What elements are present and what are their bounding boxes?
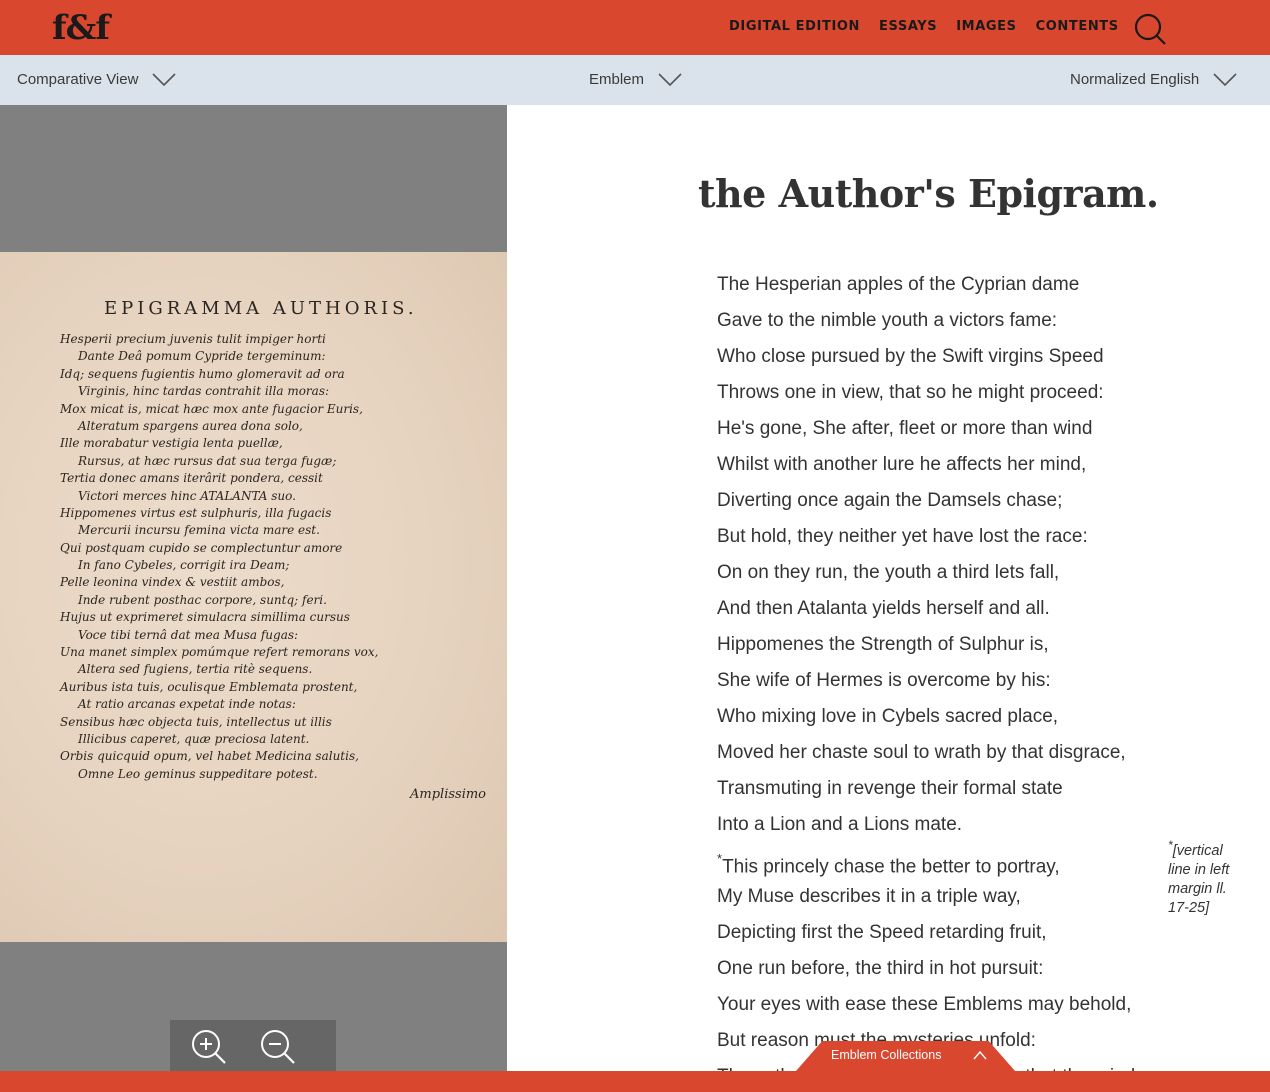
scan-line: Hujus ut exprimeret simulacra simillima … [60,610,350,625]
chevron-down-icon [1213,72,1237,86]
poem-line: Who mixing love in Cybels sacred place, [717,706,1059,727]
poem-line: Hippomenes the Strength of Sulphur is, [717,634,1049,655]
poem-line: Transmuting in revenge their formal stat… [717,778,1063,799]
poem-line: Gave to the nimble youth a victors fame: [717,310,1058,331]
poem-line: Depicting first the Speed retarding frui… [717,922,1047,943]
poem-line: Whilst with another lure he affects her … [717,454,1087,475]
poem-line-text: This princely chase the better to portra… [722,856,1060,878]
emblem-collections-tab[interactable]: Emblem Collections [796,1041,1015,1071]
scan-line: Inde rubent posthac corpore, suntq; feri… [78,592,327,607]
poem-line: And then Atalanta yields herself and all… [717,598,1050,619]
page-image-viewer[interactable]: EPIGRAMMA AUTHORIS. Hesperii precium juv… [0,105,507,1071]
poem-line: Into a Lion and a Lions mate. [717,814,963,835]
language-label: Normalized English [1070,71,1200,88]
scan-line: Qui postquam cupido se complectuntur amo… [60,540,343,555]
zoom-in-icon[interactable] [190,1028,228,1066]
view-toolbar: Comparative View Emblem Normalized Engli… [0,55,1270,105]
scan-line: Auribus ista tuis, oculisque Emblemata p… [60,679,358,694]
scan-line: Alteratum spargens aurea dona solo, [78,418,303,433]
view-mode-label: Comparative View [17,71,139,88]
poem-line: Your eyes with ease these Emblems may be… [717,994,1132,1015]
section-label: Emblem [589,71,645,88]
scan-line: Una manet simplex pomúmque refert remora… [60,645,379,660]
scan-line: Idq; sequens fugientis humo glomeravit a… [60,366,345,381]
poem-line-annotated: *This princely chase the better to portr… [717,843,1135,879]
poem-line: She wife of Hermes is overcome by his: [717,670,1051,691]
scan-line: Victori merces hinc ATALANTA suo. [78,488,296,503]
note-marker[interactable]: * [717,851,722,866]
scan-line: Hippomenes virtus est sulphuris, illa fu… [60,505,332,520]
poem-line: Moved her chaste soul to wrath by that d… [717,742,1126,763]
transcription-panel: the Author's Epigram. The Hesperian appl… [507,105,1270,1071]
scan-line: Voce tibi ternâ dat mea Musa fugas: [78,627,299,642]
search-icon[interactable] [1133,12,1167,46]
scan-line: Omne Leo geminus suppeditare potest. [78,766,318,781]
poem-line: One run before, the third in hot pursuit… [717,958,1044,979]
scan-line: Illicibus caperet, quæ preciosa latent. [78,731,310,746]
chevron-up-icon [973,1050,987,1060]
page-title: the Author's Epigram. [698,171,1159,216]
scan-line: Altera sed fugiens, tertia ritè sequens. [78,662,313,677]
chevron-down-icon [658,72,682,86]
scan-line: Tertia donec amans iterârit pondera, ces… [60,471,323,486]
poem-line: Diverting once again the Damsels chase; [717,490,1063,511]
nav-digital-edition[interactable]: DIGITAL EDITION [729,19,860,34]
scan-line: Virginis, hinc tardas contrahit illa mor… [78,384,330,399]
scan-line: Hesperii precium juvenis tulit impiger h… [60,332,326,346]
poem-line: My Muse describes it in a triple way, [717,886,1021,907]
site-logo[interactable]: f&f [52,8,110,48]
language-dropdown[interactable]: Normalized English [1070,71,1237,88]
scan-line: Mercurii incursu femina victa mare est. [78,523,320,538]
scan-line: Pelle leonina vindex & vestiit ambos, [60,575,285,590]
scan-line: In fano Cybeles, corrigit ira Deam; [78,558,290,573]
poem-text: The Hesperian apples of the Cyprian dame… [717,267,1135,1071]
main-nav: DIGITAL EDITION ESSAYS IMAGES CONTENTS [729,19,1119,34]
scan-line: Ille morabatur vestigia lenta puellæ, [60,436,283,451]
scan-heading: EPIGRAMMA AUTHORIS. [104,298,418,319]
view-mode-dropdown[interactable]: Comparative View [17,71,177,88]
scan-line: Mox micat is, micat hæc mox ante fugacio… [60,401,363,416]
nav-images[interactable]: IMAGES [956,19,1016,34]
margin-note: *[vertical line in left margin ll. 17-25… [1168,836,1248,918]
scan-catchword: Amplissimo [410,787,487,802]
poem-line: Throws one in view, that so he might pro… [717,382,1104,403]
emblem-collections-label: Emblem Collections [831,1048,942,1062]
poem-line: He's gone, She after, fleet or more than… [717,418,1093,439]
manuscript-page-scan: EPIGRAMMA AUTHORIS. Hesperii precium juv… [0,252,507,942]
top-header: f&f DIGITAL EDITION ESSAYS IMAGES CONTEN… [0,0,1270,55]
section-dropdown[interactable]: Emblem [589,71,682,88]
scan-line: Rursus, at hæc rursus dat sua terga fugæ… [78,453,337,468]
margin-note-text: [vertical line in left margin ll. 17-25] [1168,842,1230,916]
footer-strip [0,1071,1270,1092]
scan-line: Dante Deâ pomum Cypride tergeminum: [78,349,326,364]
scan-text-block: Hesperii precium juvenis tulit impiger h… [60,332,380,784]
poem-line: But hold, they neither yet have lost the… [717,526,1088,547]
scan-line: Sensibus hæc objecta tuis, intellectus u… [60,714,332,729]
poem-line: Who close pursued by the Swift virgins S… [717,346,1104,367]
scan-line: At ratio arcanas expetat inde notas: [78,697,296,712]
poem-line: The Hesperian apples of the Cyprian dame [717,274,1080,295]
zoom-out-icon[interactable] [259,1028,297,1066]
chevron-down-icon [152,72,177,86]
nav-contents[interactable]: CONTENTS [1036,19,1119,34]
poem-line: On on they run, the youth a third lets f… [717,562,1060,583]
scan-line: Orbis quicquid opum, vel habet Medicina … [60,749,359,764]
zoom-controls [170,1020,336,1071]
nav-essays[interactable]: ESSAYS [879,19,937,34]
